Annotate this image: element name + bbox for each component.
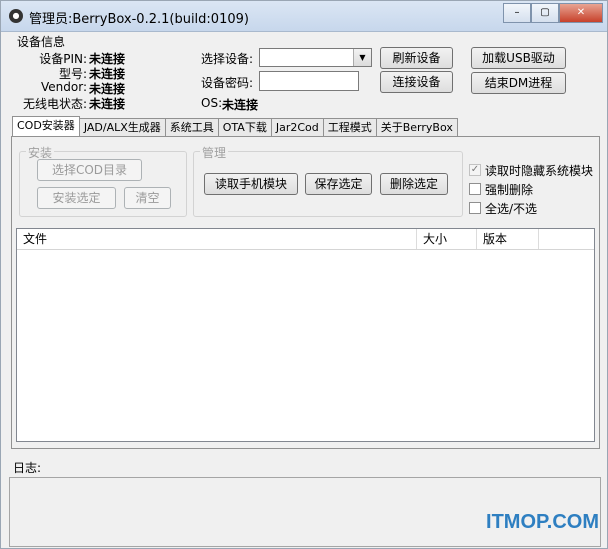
column-header-version[interactable]: 版本 <box>477 229 539 249</box>
vendor-label: Vendor: <box>41 80 87 94</box>
main-window: ● 管理员:BerryBox-0.2.1(build:0109) – ▢ ✕ 设… <box>0 0 608 549</box>
select-all-checkbox[interactable] <box>469 202 481 214</box>
table-header: 文件 大小 版本 <box>17 229 594 250</box>
close-button[interactable]: ✕ <box>559 3 603 23</box>
manage-group-title: 管理 <box>200 144 229 161</box>
cod-installer-panel: 安装 选择COD目录 安装选定 清空 管理 读取手机模块 保存选定 删除选定 ✓… <box>11 136 600 449</box>
tab-engineering-mode[interactable]: 工程模式 <box>322 118 377 137</box>
force-delete-label: 强制删除 <box>485 183 534 197</box>
password-input[interactable] <box>259 71 359 91</box>
connect-device-button[interactable]: 连接设备 <box>380 71 453 93</box>
clear-button[interactable]: 清空 <box>124 187 171 209</box>
manage-group: 管理 读取手机模块 保存选定 删除选定 <box>193 144 463 217</box>
os-value: 未连接 <box>222 98 259 112</box>
refresh-device-button[interactable]: 刷新设备 <box>380 47 453 69</box>
select-cod-dir-button[interactable]: 选择COD目录 <box>37 159 142 181</box>
tab-jad-alx-generator[interactable]: JAD/ALX生成器 <box>78 118 166 137</box>
read-phone-modules-button[interactable]: 读取手机模块 <box>204 173 298 195</box>
module-table[interactable]: 文件 大小 版本 <box>16 228 595 442</box>
window-title: 管理员:BerryBox-0.2.1(build:0109) <box>29 12 249 27</box>
device-info-group-title: 设备信息 <box>17 35 66 49</box>
chevron-down-icon[interactable]: ▼ <box>353 49 371 66</box>
minimize-button[interactable]: – <box>503 3 531 23</box>
tab-system-tools[interactable]: 系统工具 <box>164 118 219 137</box>
blackberry-icon: ● <box>9 9 23 23</box>
delete-selected-button[interactable]: 删除选定 <box>380 173 448 195</box>
tab-about[interactable]: 关于BerryBox <box>375 118 458 137</box>
log-label: 日志: <box>13 461 42 475</box>
install-selected-button[interactable]: 安装选定 <box>37 187 116 209</box>
maximize-button[interactable]: ▢ <box>531 3 559 23</box>
device-select[interactable]: ▼ <box>259 48 372 67</box>
select-all-label: 全选/不选 <box>485 202 538 216</box>
force-delete-checkbox[interactable] <box>469 183 481 195</box>
hide-system-label: 读取时隐藏系统模块 <box>485 164 594 178</box>
load-usb-driver-button[interactable]: 加载USB驱动 <box>471 47 566 69</box>
wireless-label: 无线电状态: <box>22 97 87 111</box>
column-header-size[interactable]: 大小 <box>417 229 477 249</box>
tab-ota-download[interactable]: OTA下载 <box>217 118 272 137</box>
os-label: OS: <box>201 96 223 110</box>
tab-bar: COD安装器 JAD/ALX生成器 系统工具 OTA下载 Jar2Cod 工程模… <box>12 116 458 137</box>
title-bar[interactable]: ● 管理员:BerryBox-0.2.1(build:0109) – ▢ ✕ <box>1 1 607 32</box>
install-group: 安装 选择COD目录 安装选定 清空 <box>19 144 187 217</box>
hide-system-checkbox[interactable]: ✓ <box>469 164 481 176</box>
wireless-value: 未连接 <box>89 97 126 111</box>
password-label: 设备密码: <box>201 76 254 90</box>
end-dm-process-button[interactable]: 结束DM进程 <box>471 72 566 94</box>
select-device-label: 选择设备: <box>201 52 254 66</box>
tab-jar2cod[interactable]: Jar2Cod <box>270 118 324 137</box>
watermark: ITMOP.COM <box>486 511 599 533</box>
save-selected-button[interactable]: 保存选定 <box>305 173 372 195</box>
column-header-file[interactable]: 文件 <box>17 229 417 249</box>
tab-cod-installer[interactable]: COD安装器 <box>12 116 80 137</box>
